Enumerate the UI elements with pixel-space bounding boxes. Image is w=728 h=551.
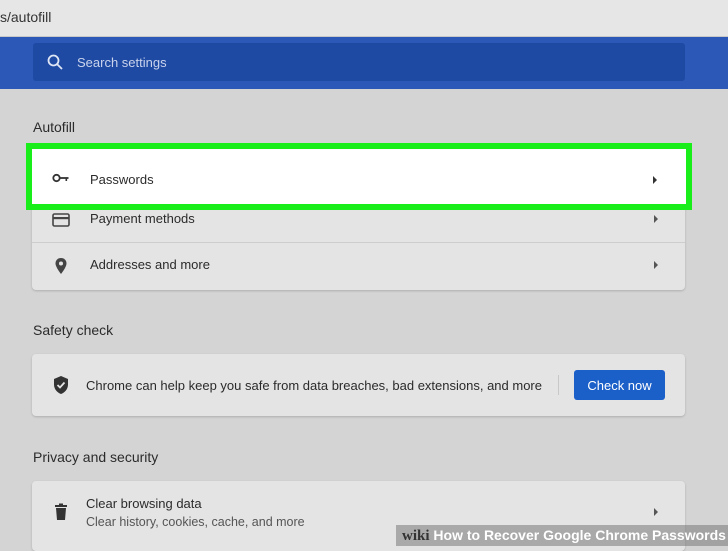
autofill-section-title: Autofill — [33, 119, 76, 135]
watermark-title: How to Recover Google Chrome Passwords — [433, 527, 726, 543]
addresses-label: Addresses and more — [90, 257, 210, 272]
trash-icon — [55, 503, 67, 520]
chevron-right-icon — [654, 261, 658, 269]
passwords-label: Passwords — [90, 172, 154, 187]
passwords-row[interactable]: Passwords — [32, 157, 686, 203]
payment-methods-label: Payment methods — [90, 211, 195, 226]
passwords-highlight: Passwords — [26, 143, 692, 210]
chevron-right-icon — [653, 176, 657, 184]
clear-browsing-data-sublabel: Clear history, cookies, cache, and more — [86, 515, 305, 529]
search-box[interactable] — [33, 43, 685, 81]
url-text: s/autofill — [0, 9, 52, 25]
address-bar[interactable]: s/autofill — [0, 0, 728, 37]
location-pin-icon — [55, 258, 67, 274]
settings-header — [0, 37, 728, 89]
divider — [558, 375, 559, 395]
watermark-brand: wiki — [402, 528, 430, 544]
key-icon — [52, 173, 69, 183]
chevron-right-icon — [654, 508, 658, 516]
privacy-section-title: Privacy and security — [33, 449, 159, 465]
shield-check-icon — [54, 376, 68, 394]
credit-card-icon — [52, 213, 70, 227]
chevron-right-icon — [654, 215, 658, 223]
addresses-row[interactable]: Addresses and more — [32, 243, 685, 289]
search-icon — [47, 54, 63, 70]
search-input[interactable] — [77, 43, 667, 81]
safety-section-title: Safety check — [33, 322, 114, 338]
wikihow-watermark: wiki How to Recover Google Chrome Passwo… — [396, 525, 728, 546]
clear-browsing-data-label: Clear browsing data — [86, 496, 202, 511]
safety-description: Chrome can help keep you safe from data … — [86, 378, 542, 393]
check-now-button[interactable]: Check now — [574, 370, 665, 400]
